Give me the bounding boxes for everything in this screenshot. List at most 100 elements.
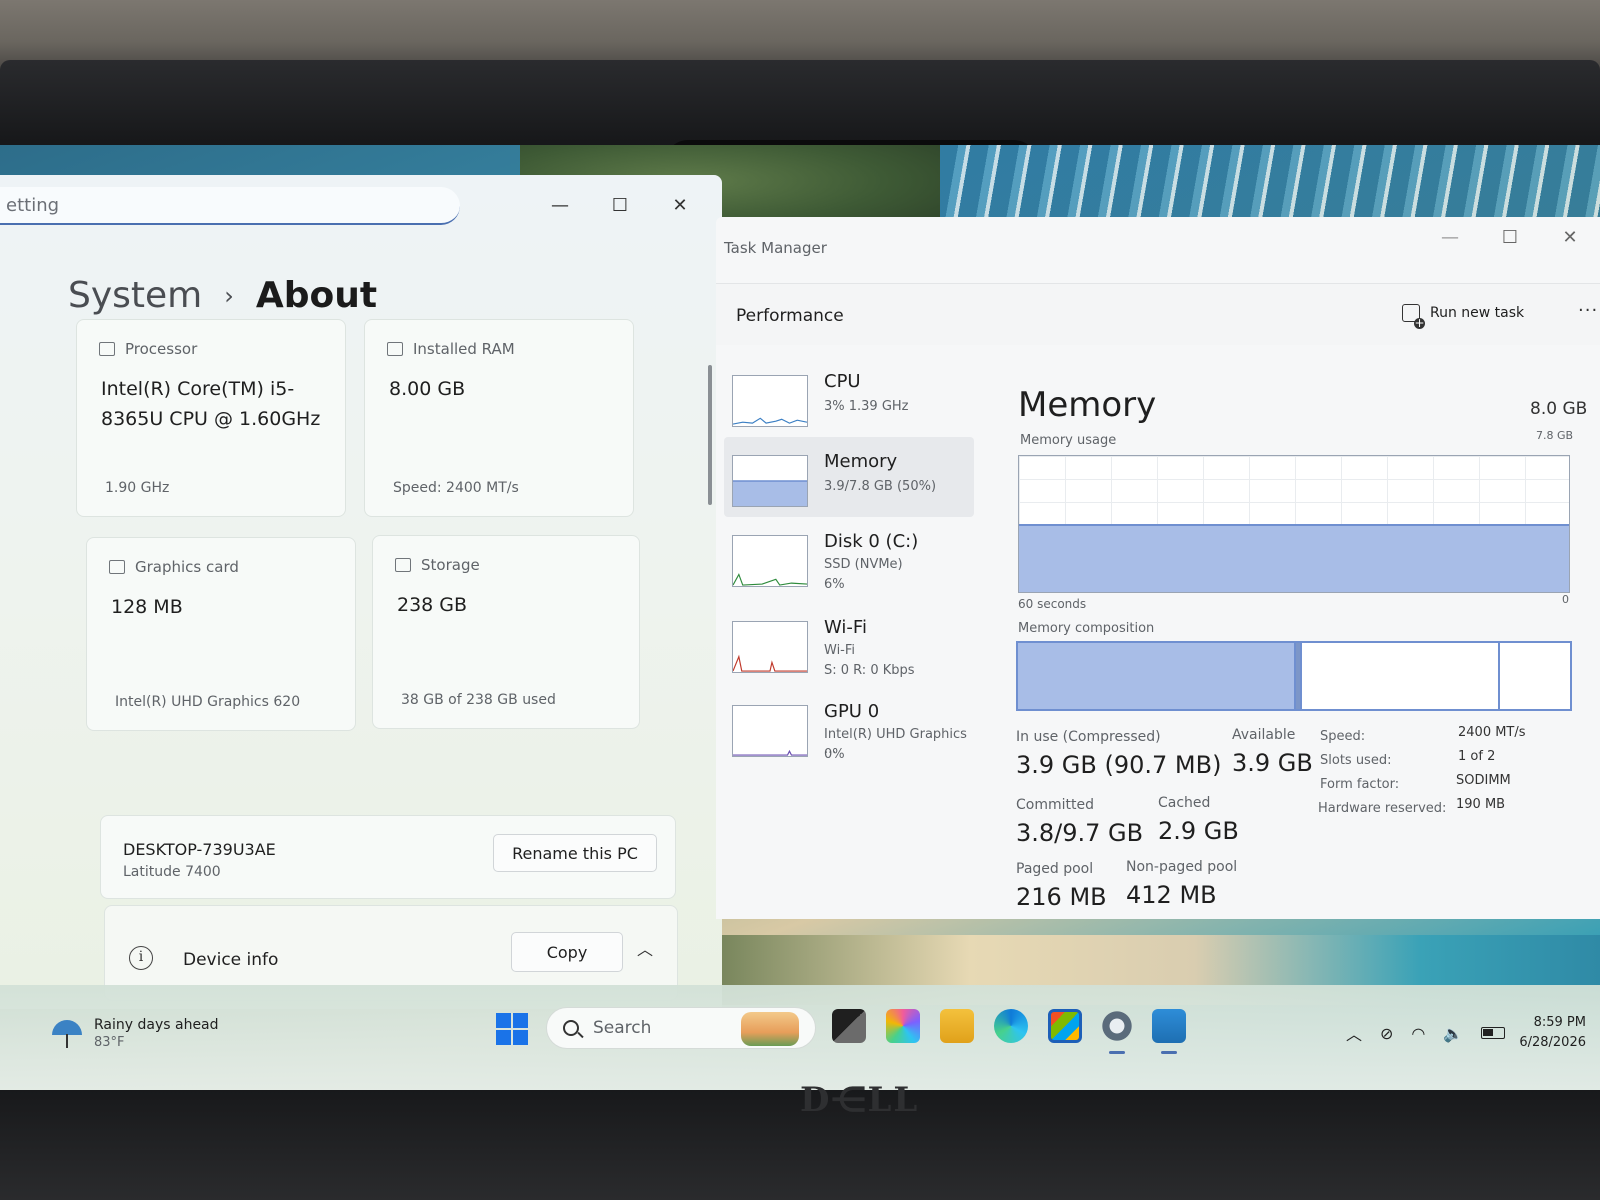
run-new-task-label: Run new task: [1430, 305, 1525, 321]
processor-icon: [99, 342, 115, 356]
tm-close-button[interactable]: ✕: [1540, 223, 1600, 251]
desktop-screen: etting — ☐ ✕ System › About Processor In…: [0, 145, 1600, 1090]
form-factor-label: Form factor:: [1320, 777, 1400, 792]
settings-window: etting — ☐ ✕ System › About Processor In…: [0, 175, 722, 1009]
cpu-label: CPU: [824, 371, 861, 392]
start-button[interactable]: [496, 1013, 528, 1045]
form-factor-value: SODIMM: [1456, 773, 1511, 788]
settings-scrollbar[interactable]: [708, 365, 712, 505]
task-manager-window-controls: — ☐ ✕: [1420, 223, 1600, 251]
memory-composition-bar: [1016, 641, 1572, 711]
graphics-value: 128 MB: [111, 596, 183, 618]
in-use-label: In use (Compressed): [1016, 729, 1161, 745]
cached-label: Cached: [1158, 795, 1211, 811]
microsoft-365-icon[interactable]: [886, 1009, 920, 1043]
storage-card: Storage 238 GB 38 GB of 238 GB used: [372, 535, 640, 729]
ram-label: Installed RAM: [413, 340, 515, 358]
microsoft-store-icon[interactable]: [1048, 1009, 1082, 1043]
volume-icon[interactable]: 🔈: [1443, 1024, 1463, 1043]
pc-model: Latitude 7400: [123, 864, 221, 880]
hardware-reserved-label: Hardware reserved:: [1318, 801, 1447, 816]
taskbar-search-label: Search: [593, 1018, 652, 1038]
tm-minimize-button[interactable]: —: [1420, 223, 1480, 251]
nonpaged-pool-value: 412 MB: [1126, 881, 1217, 909]
gpu-label: GPU 0: [824, 701, 880, 722]
close-button[interactable]: ✕: [650, 191, 710, 219]
composition-in-use: [1018, 643, 1294, 709]
disk-label: Disk 0 (C:): [824, 531, 919, 552]
committed-label: Committed: [1016, 797, 1094, 813]
settings-gear-icon[interactable]: [1100, 1009, 1134, 1054]
system-tray: ︿ ⊘ ◠ 🔈: [1346, 1021, 1506, 1045]
memory-usage-label: Memory usage: [1020, 433, 1117, 448]
memory-total: 8.0 GB: [1530, 399, 1588, 419]
tm-maximize-button[interactable]: ☐: [1480, 223, 1540, 251]
task-view-icon[interactable]: [832, 1009, 866, 1043]
copy-button[interactable]: Copy: [511, 932, 623, 972]
more-options-icon[interactable]: ···: [1578, 300, 1598, 321]
paged-pool-label: Paged pool: [1016, 861, 1094, 877]
paged-pool-value: 216 MB: [1016, 883, 1107, 911]
search-highlight-image: [741, 1012, 799, 1046]
performance-title: Performance: [736, 306, 844, 326]
slots-label: Slots used:: [1320, 753, 1392, 768]
time-end-label: 0: [1562, 593, 1569, 606]
weather-widget[interactable]: Rainy days ahead 83°F: [52, 1015, 219, 1050]
time-span-label: 60 seconds: [1018, 597, 1087, 611]
processor-speed: 1.90 GHz: [105, 480, 170, 496]
taskbar: Rainy days ahead 83°F Search ︿ ⊘ ◠ 🔈 8:5…: [0, 985, 1600, 1090]
sidebar-item-cpu[interactable]: CPU 3% 1.39 GHz: [724, 357, 974, 437]
taskbar-clock[interactable]: 8:59 PM 6/28/2026: [1500, 1013, 1586, 1053]
ram-value: 8.00 GB: [389, 378, 466, 400]
run-new-task-button[interactable]: Run new task: [1402, 304, 1525, 329]
memory-usage-max: 7.8 GB: [1536, 429, 1574, 442]
wifi-icon[interactable]: ◠: [1411, 1024, 1425, 1043]
sidebar-item-disk[interactable]: Disk 0 (C:) SSD (NVMe) 6%: [724, 517, 974, 597]
hardware-reserved-value: 190 MB: [1456, 797, 1506, 812]
clock-date: 6/28/2026: [1519, 1035, 1586, 1050]
sidebar-item-gpu[interactable]: GPU 0 Intel(R) UHD Graphics ... 0%: [724, 687, 974, 767]
nonpaged-pool-label: Non-paged pool: [1126, 859, 1238, 875]
maximize-button[interactable]: ☐: [590, 191, 650, 219]
edge-browser-icon[interactable]: [994, 1009, 1028, 1043]
wallpaper-sea: [940, 145, 1600, 225]
file-explorer-icon[interactable]: [940, 1009, 974, 1043]
dell-logo: D⋲LL: [800, 1080, 920, 1120]
speed-label: Speed:: [1320, 729, 1366, 744]
rename-pc-button[interactable]: Rename this PC: [493, 834, 657, 872]
task-manager-icon[interactable]: [1152, 1009, 1186, 1054]
ram-card: Installed RAM 8.00 GB Speed: 2400 MT/s: [364, 319, 634, 517]
available-label: Available: [1232, 727, 1296, 743]
sidebar-item-wifi[interactable]: Wi-Fi Wi-Fi S: 0 R: 0 Kbps: [724, 603, 974, 683]
sidebar-item-memory[interactable]: Memory 3.9/7.8 GB (50%): [724, 437, 974, 517]
cloud-offline-icon[interactable]: ⊘: [1380, 1024, 1393, 1043]
pc-name-card: DESKTOP-739U3AE Latitude 7400 Rename thi…: [100, 815, 676, 899]
laptop-bezel-top: [0, 60, 1600, 186]
composition-free: [1498, 643, 1570, 709]
memory-heading: Memory: [1018, 385, 1157, 425]
disk-usage: 6%: [824, 577, 845, 592]
memory-stats: 3.9/7.8 GB (50%): [824, 479, 937, 494]
settings-search-input[interactable]: etting: [0, 187, 460, 225]
memory-composition-label: Memory composition: [1018, 621, 1155, 636]
storage-label: Storage: [421, 556, 480, 574]
minimize-button[interactable]: —: [530, 191, 590, 219]
chevron-up-icon[interactable]: ︿: [1346, 1021, 1362, 1045]
storage-used: 38 GB of 238 GB used: [401, 692, 556, 708]
gpu-name: Intel(R) UHD Graphics ...: [824, 727, 967, 757]
task-manager-window: Task Manager — ☐ ✕ Performance Run new t…: [716, 217, 1600, 919]
chevron-up-icon[interactable]: ︿: [637, 936, 653, 960]
wifi-type: Wi-Fi: [824, 643, 856, 658]
committed-value: 3.8/9.7 GB: [1016, 819, 1144, 847]
breadcrumb-system[interactable]: System: [68, 275, 202, 316]
disk-type: SSD (NVMe): [824, 557, 903, 572]
weather-temperature: 83°F: [94, 1035, 125, 1050]
graphics-card-icon: [109, 560, 125, 574]
taskbar-search[interactable]: Search: [546, 1007, 816, 1049]
cpu-stats: 3% 1.39 GHz: [824, 399, 909, 414]
memory-thumbnail-graph: [732, 455, 808, 507]
wifi-throughput: S: 0 R: 0 Kbps: [824, 663, 915, 678]
processor-card: Processor Intel(R) Core(TM) i5-8365U CPU…: [76, 319, 346, 517]
storage-value: 238 GB: [397, 594, 468, 616]
info-icon: i: [129, 946, 153, 970]
